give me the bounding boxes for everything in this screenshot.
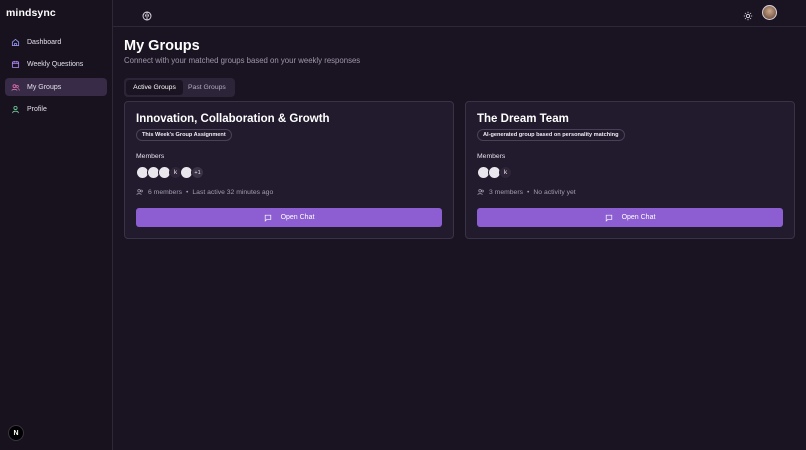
more-members-badge: +1: [191, 166, 204, 179]
group-meta: 3 members • No activity yet: [477, 188, 576, 196]
tab-past-groups[interactable]: Past Groups: [183, 80, 231, 95]
members-label: Members: [136, 153, 165, 160]
user-icon: [11, 105, 20, 114]
tab-active-groups[interactable]: Active Groups: [126, 80, 183, 95]
open-chat-label: Open Chat: [621, 214, 656, 221]
app-logo[interactable]: mindsync: [6, 7, 56, 19]
message-icon: [264, 214, 271, 222]
sidebar-item-profile[interactable]: Profile: [5, 101, 107, 119]
brain-icon[interactable]: [142, 8, 152, 21]
sidebar-item-weekly-questions[interactable]: Weekly Questions: [5, 56, 107, 74]
last-activity: Last active 32 minutes ago: [192, 188, 274, 196]
calendar-icon: [11, 60, 20, 69]
group-badge: AI-generated group based on personality …: [477, 129, 625, 141]
open-chat-button[interactable]: Open Chat: [477, 208, 783, 227]
group-title: The Dream Team: [477, 113, 569, 125]
sidebar: mindsync Dashboard Weekly Questions My G…: [0, 0, 113, 450]
open-chat-label: Open Chat: [280, 214, 315, 221]
top-bar: [113, 0, 806, 27]
home-icon: [11, 38, 20, 47]
avatar[interactable]: [762, 5, 777, 20]
separator-dot: •: [527, 188, 530, 196]
group-meta: 6 members • Last active 32 minutes ago: [136, 188, 273, 196]
separator-dot: •: [186, 188, 189, 196]
members-label: Members: [477, 153, 506, 160]
framework-badge[interactable]: N: [8, 425, 24, 441]
sidebar-item-label: Dashboard: [27, 38, 62, 46]
group-title: Innovation, Collaboration & Growth: [136, 113, 330, 125]
sidebar-item-my-groups[interactable]: My Groups: [5, 78, 107, 96]
member-count: 6 members: [148, 188, 182, 196]
open-chat-button[interactable]: Open Chat: [136, 208, 442, 227]
group-tabs: Active Groups Past Groups: [124, 78, 235, 97]
page-title: My Groups: [124, 38, 200, 54]
last-activity: No activity yet: [533, 188, 576, 196]
users-icon: [477, 189, 484, 195]
sidebar-item-label: Profile: [27, 106, 47, 113]
page-subtitle: Connect with your matched groups based o…: [124, 56, 361, 65]
sidebar-item-label: Weekly Questions: [27, 61, 84, 68]
sidebar-item-label: My Groups: [27, 83, 62, 91]
member-avatar: k: [499, 166, 512, 179]
group-card: Innovation, Collaboration & Growth This …: [124, 101, 454, 239]
member-avatars: k: [477, 166, 512, 180]
sidebar-item-dashboard[interactable]: Dashboard: [5, 33, 107, 51]
member-count: 3 members: [489, 188, 523, 196]
users-icon: [136, 189, 143, 195]
message-icon: [605, 214, 612, 222]
group-badge: This Week's Group Assignment: [136, 129, 232, 141]
sun-icon[interactable]: [743, 8, 753, 21]
member-avatars: k +1: [136, 166, 204, 180]
users-icon: [11, 83, 20, 92]
group-card: The Dream Team AI-generated group based …: [465, 101, 795, 239]
sidebar-nav: Dashboard Weekly Questions My Groups Pro…: [5, 33, 107, 123]
